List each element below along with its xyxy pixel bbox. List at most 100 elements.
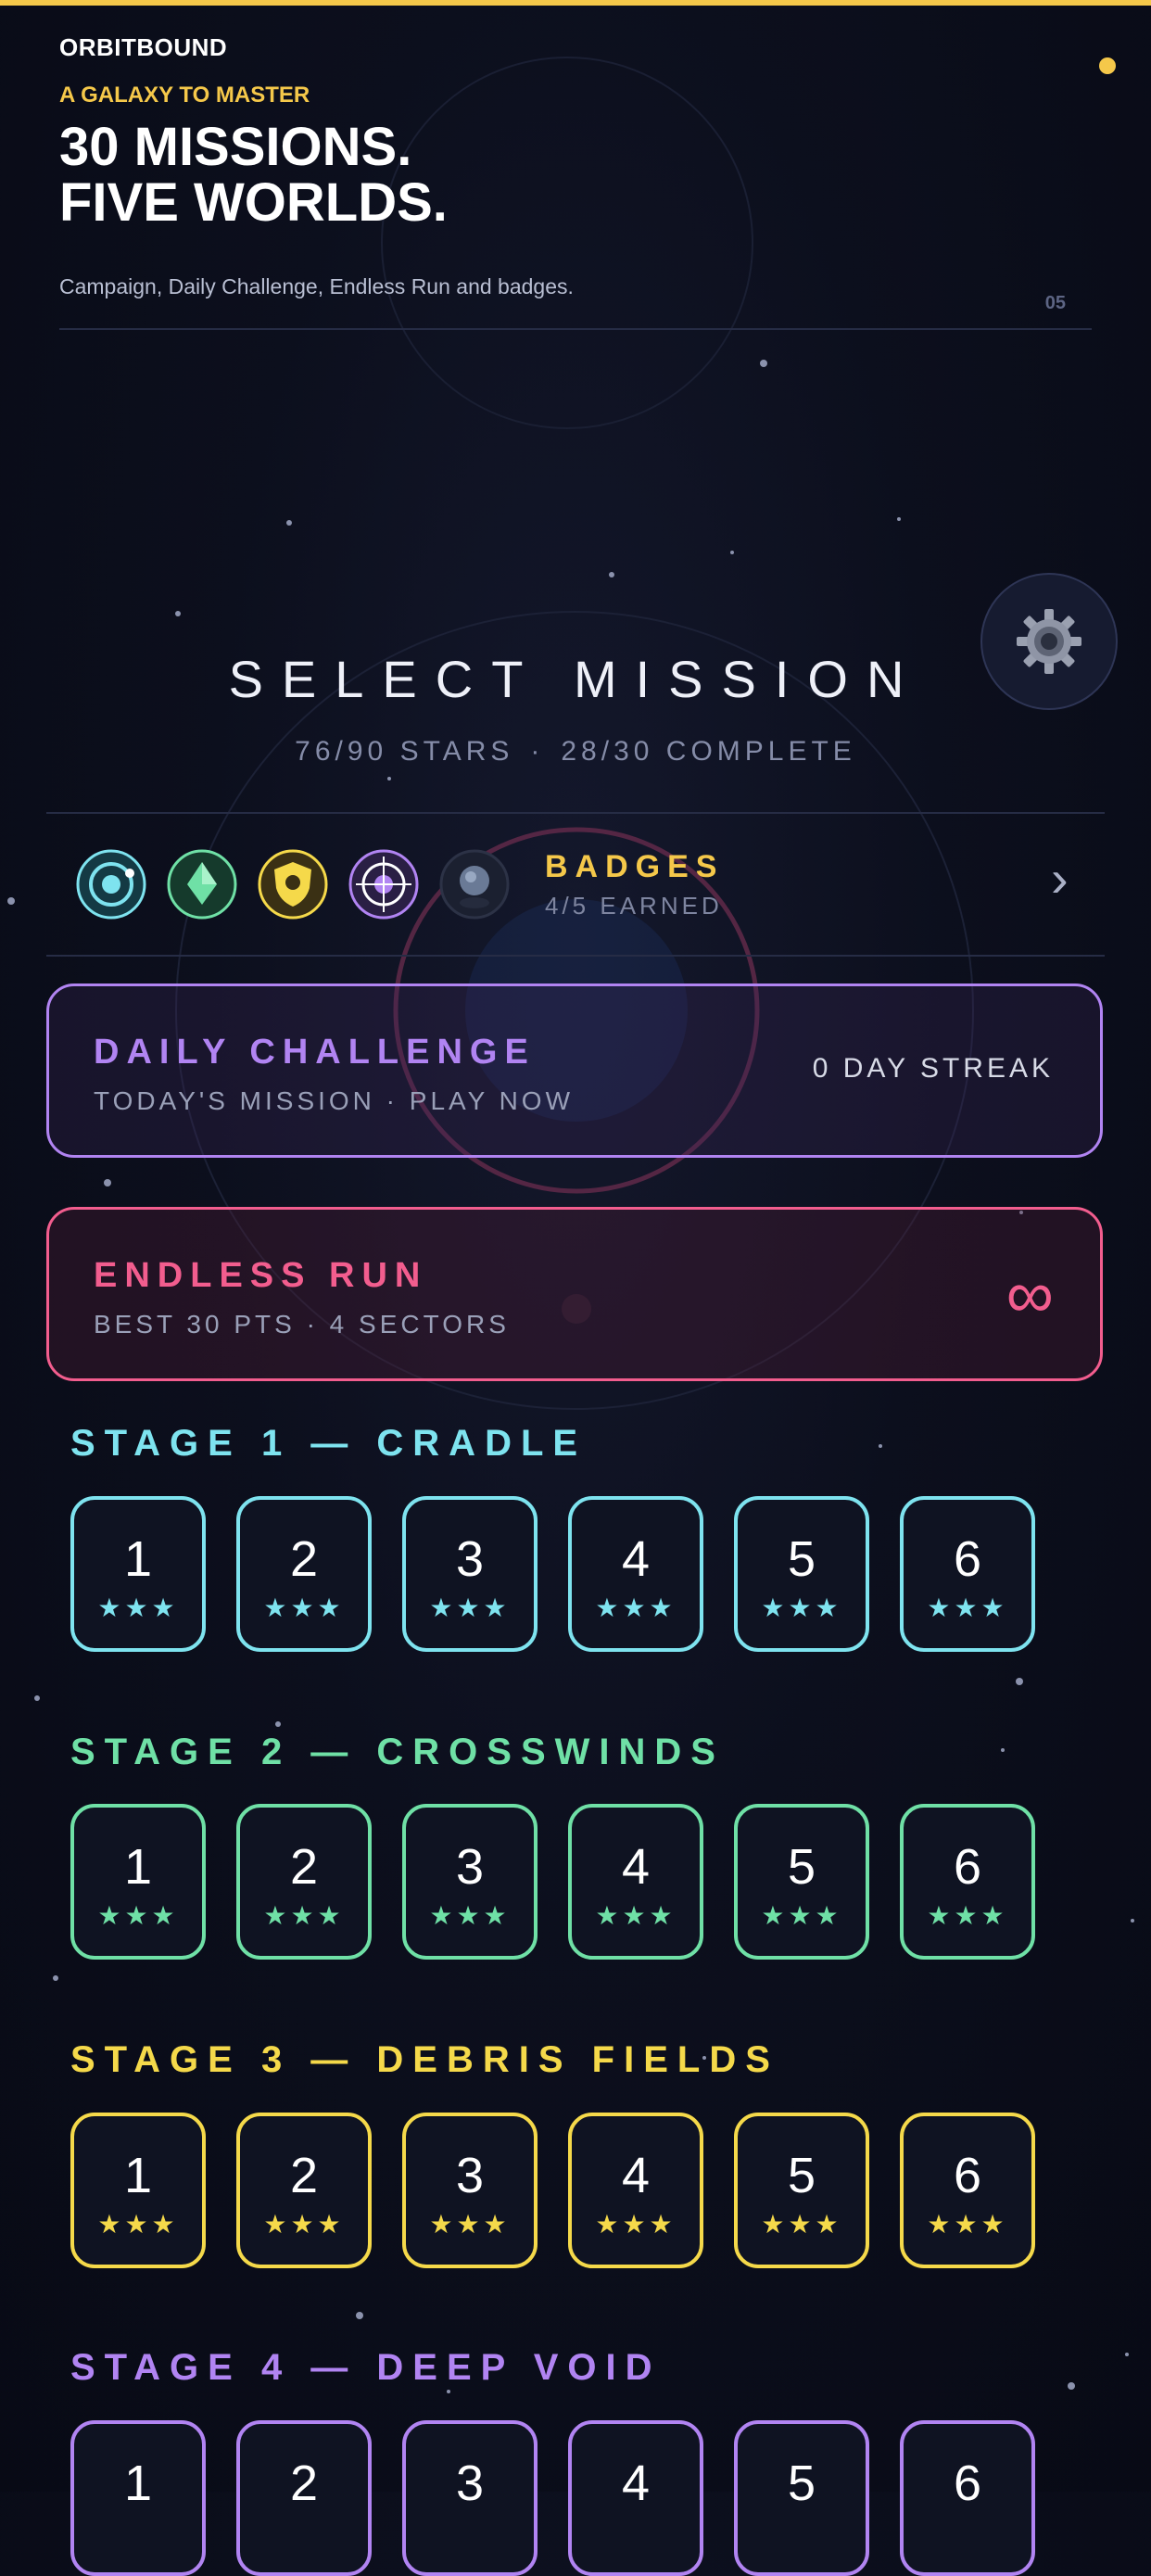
mission-tile[interactable]: 3 ★★★ xyxy=(402,2113,538,2268)
page-title: SELECT MISSION xyxy=(228,650,923,708)
stage-4-title: STAGE 4 — DEEP VOID xyxy=(70,2347,662,2388)
mission-tile[interactable]: 6 xyxy=(900,2420,1035,2576)
streak-counter: 0 DAY STREAK xyxy=(812,1053,1054,1084)
mission-tile[interactable]: 5 xyxy=(734,2420,869,2576)
mission-number: 6 xyxy=(953,2148,982,2203)
stage-2-title: STAGE 2 — CROSSWINDS xyxy=(70,1732,725,1772)
stage-1-title: STAGE 1 — CRADLE xyxy=(70,1423,588,1464)
mission-number: 1 xyxy=(123,2148,153,2203)
mission-tile[interactable]: 2 xyxy=(236,2420,372,2576)
mission-number: 2 xyxy=(289,1839,319,1895)
daily-challenge-card[interactable]: DAILY CHALLENGE TODAY'S MISSION · PLAY N… xyxy=(46,983,1103,1158)
mission-stars: ★★★ xyxy=(97,2210,179,2239)
mission-number: 2 xyxy=(289,2455,319,2511)
mission-stars: ★★★ xyxy=(429,2210,511,2239)
mission-stars: ★★★ xyxy=(263,2210,345,2239)
mission-stars: ★★★ xyxy=(97,1901,179,1930)
stage-3-title: STAGE 3 — DEBRIS FIELDS xyxy=(70,2039,779,2080)
badges-title: BADGES xyxy=(545,849,725,884)
badges-count: 4/5 EARNED xyxy=(545,892,723,920)
mission-tile[interactable]: 1 ★★★ xyxy=(70,1496,206,1652)
brand-name: ORBITBOUND xyxy=(59,33,228,61)
mission-tile[interactable]: 3 xyxy=(402,2420,538,2576)
headline-line-2: FIVE WORLDS. xyxy=(59,172,448,233)
mission-stars: ★★★ xyxy=(927,2210,1008,2239)
mission-number: 5 xyxy=(787,2455,816,2511)
planet-badge-icon-locked xyxy=(439,849,510,920)
mission-tile[interactable]: 5 ★★★ xyxy=(734,2113,869,2268)
endless-run-title: ENDLESS RUN xyxy=(94,1256,428,1295)
badges-row[interactable]: BADGES 4/5 EARNED › xyxy=(46,812,1105,957)
mission-tile[interactable]: 2 ★★★ xyxy=(236,2113,372,2268)
mission-stars: ★★★ xyxy=(263,1593,345,1622)
mission-number: 3 xyxy=(455,2148,485,2203)
endless-run-subtitle: BEST 30 PTS · 4 SECTORS xyxy=(94,1310,510,1339)
mission-number: 5 xyxy=(787,2148,816,2203)
top-accent-line xyxy=(0,0,1151,6)
status-dot xyxy=(1099,57,1116,74)
mission-stars: ★★★ xyxy=(595,1593,677,1622)
stat-separator: · xyxy=(530,736,545,767)
mission-stars: ★★★ xyxy=(595,2210,677,2239)
mission-tile[interactable]: 6 ★★★ xyxy=(900,1496,1035,1652)
shield-badge-icon xyxy=(258,849,328,920)
header-description: Campaign, Daily Challenge, Endless Run a… xyxy=(59,274,574,298)
progress-stats: 76/90 STARS · 28/30 COMPLETE xyxy=(0,736,1151,768)
mission-tile[interactable]: 1 ★★★ xyxy=(70,1804,206,1960)
mission-number: 4 xyxy=(621,1839,651,1895)
mission-number: 5 xyxy=(787,1531,816,1587)
chevron-right-icon: › xyxy=(1051,849,1069,907)
mission-number: 5 xyxy=(787,1839,816,1895)
mission-number: 6 xyxy=(953,1531,982,1587)
mission-number: 1 xyxy=(123,1531,153,1587)
promo-header: ORBITBOUND A GALAXY TO MASTER 30 MISSION… xyxy=(59,33,1092,231)
headline: 30 MISSIONS. FIVE WORLDS. xyxy=(59,120,1092,231)
infinity-icon: ∞ xyxy=(1006,1258,1054,1332)
mission-stars: ★★★ xyxy=(927,1901,1008,1930)
mission-stars: ★★★ xyxy=(97,1593,179,1622)
mission-number: 3 xyxy=(455,1839,485,1895)
daily-challenge-title: DAILY CHALLENGE xyxy=(94,1033,536,1072)
mission-stars: ★★★ xyxy=(429,1593,511,1622)
mission-stars: ★★★ xyxy=(429,1901,511,1930)
mission-number: 1 xyxy=(123,1839,153,1895)
complete-stat: 28/30 COMPLETE xyxy=(561,736,856,767)
mission-stars: ★★★ xyxy=(761,1901,842,1930)
mission-tile[interactable]: 6 ★★★ xyxy=(900,2113,1035,2268)
daily-challenge-subtitle: TODAY'S MISSION · PLAY NOW xyxy=(94,1086,575,1115)
mission-number: 4 xyxy=(621,2455,651,2511)
header-divider xyxy=(59,328,1092,330)
mission-tile[interactable]: 4 ★★★ xyxy=(568,2113,703,2268)
mission-tile[interactable]: 5 ★★★ xyxy=(734,1496,869,1652)
mission-stars: ★★★ xyxy=(263,1901,345,1930)
mission-stars: ★★★ xyxy=(595,1901,677,1930)
mission-tile[interactable]: 3 ★★★ xyxy=(402,1804,538,1960)
mission-stars: ★★★ xyxy=(927,1593,1008,1622)
mission-tile[interactable]: 5 ★★★ xyxy=(734,1804,869,1960)
mission-tile[interactable]: 4 xyxy=(568,2420,703,2576)
mission-tile[interactable]: 4 ★★★ xyxy=(568,1804,703,1960)
mission-number: 4 xyxy=(621,2148,651,2203)
mission-number: 4 xyxy=(621,1531,651,1587)
mission-stars: ★★★ xyxy=(761,1593,842,1622)
target-badge-icon xyxy=(348,849,419,920)
stars-stat: 76/90 STARS xyxy=(295,736,514,767)
headline-line-1: 30 MISSIONS. xyxy=(59,117,412,177)
mission-number: 6 xyxy=(953,1839,982,1895)
endless-run-card[interactable]: ENDLESS RUN BEST 30 PTS · 4 SECTORS ∞ xyxy=(46,1207,1103,1381)
crystal-badge-icon xyxy=(167,849,237,920)
mission-tile[interactable]: 1 ★★★ xyxy=(70,2113,206,2268)
mission-tile[interactable]: 6 ★★★ xyxy=(900,1804,1035,1960)
mission-number: 1 xyxy=(123,2455,153,2511)
page-number: 05 xyxy=(1044,293,1066,313)
mission-number: 6 xyxy=(953,2455,982,2511)
mission-number: 2 xyxy=(289,2148,319,2203)
mission-tile[interactable]: 4 ★★★ xyxy=(568,1496,703,1652)
mission-tile[interactable]: 2 ★★★ xyxy=(236,1496,372,1652)
mission-tile[interactable]: 3 ★★★ xyxy=(402,1496,538,1652)
orbit-badge-icon xyxy=(76,849,146,920)
mission-number: 3 xyxy=(455,1531,485,1587)
mission-stars: ★★★ xyxy=(761,2210,842,2239)
mission-tile[interactable]: 1 xyxy=(70,2420,206,2576)
mission-tile[interactable]: 2 ★★★ xyxy=(236,1804,372,1960)
